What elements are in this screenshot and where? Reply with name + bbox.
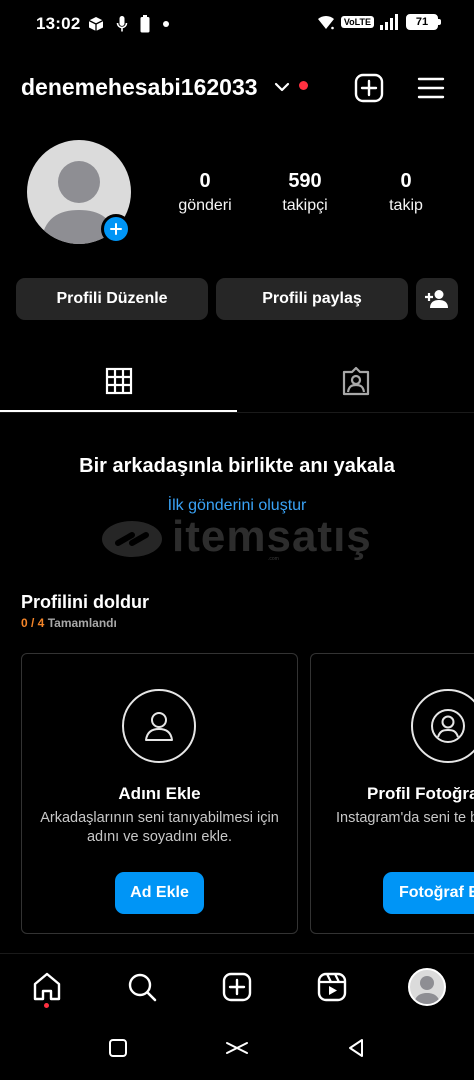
stat-followers[interactable]: 590 takipçi: [260, 168, 350, 218]
empty-state-title: Bir arkadaşınla birlikte anı yakala: [79, 455, 395, 477]
status-icons-left: [88, 15, 170, 33]
signal-icon: [380, 14, 398, 30]
stat-posts[interactable]: 0 gönderi: [160, 168, 250, 218]
microphone-icon: [116, 16, 128, 32]
tagged-icon: [342, 366, 369, 396]
stat-following-value: 0: [400, 170, 412, 192]
discover-people-button[interactable]: [416, 278, 458, 320]
wifi-icon: [317, 15, 334, 30]
status-icons-right: VoLTE 71: [317, 14, 441, 30]
back-button[interactable]: [340, 1032, 372, 1064]
stat-posts-label: gönderi: [178, 197, 232, 214]
cube-icon: [88, 17, 104, 31]
recents-button[interactable]: [102, 1032, 134, 1064]
recents-icon: [109, 1039, 127, 1057]
chevron-down-icon[interactable]: [274, 82, 290, 92]
reels-icon: [317, 972, 347, 1002]
tab-active-indicator: [0, 410, 237, 412]
watermark-sub: .com: [268, 556, 279, 562]
progress-suffix: Tamamlandı: [47, 616, 117, 630]
nav-search[interactable]: [118, 963, 166, 1011]
complete-profile-title: Profilini doldur: [21, 592, 149, 612]
edit-profile-button[interactable]: Profili Düzenle: [16, 278, 208, 320]
stat-followers-value: 590: [288, 170, 322, 192]
new-post-icon: [354, 73, 384, 103]
tab-grid[interactable]: [0, 350, 237, 412]
create-icon: [222, 972, 252, 1002]
status-bar: 13:02 VoLTE 71: [0, 0, 474, 50]
stat-following[interactable]: 0 takip: [361, 168, 451, 218]
stat-followers-label: takipçi: [282, 197, 328, 214]
progress-count: 0 / 4: [21, 616, 45, 630]
person-icon: [122, 689, 196, 763]
username[interactable]: denemehesabi162033: [21, 74, 258, 101]
profile-header: denemehesabi162033: [0, 68, 474, 108]
card-description: Arkadaşlarının seni tanıyabilmesi için a…: [40, 810, 279, 845]
home-notification-dot: [44, 1003, 49, 1008]
profile-avatar-icon: [408, 968, 446, 1006]
card-profile-photo: Profil Fotoğra Instagram'da seni te bir …: [310, 653, 474, 934]
watermark-text: itemsatış: [172, 512, 372, 561]
nav-reels[interactable]: [308, 963, 356, 1011]
battery-indicator: 71: [406, 14, 441, 30]
search-icon: [128, 973, 157, 1002]
tab-divider: [0, 412, 474, 413]
add-name-button[interactable]: Ad Ekle: [115, 872, 204, 914]
home-gesture-button[interactable]: [221, 1032, 253, 1064]
watermark-logo-icon: [102, 521, 162, 557]
bottom-nav-divider: [0, 953, 474, 954]
notification-dot: [299, 81, 308, 90]
card-description: Instagram'da seni te bir profil resm: [336, 810, 474, 826]
card-title: Adını Ekle: [118, 784, 201, 803]
card-title: Profil Fotoğra: [367, 784, 474, 803]
add-photo-button[interactable]: Fotoğraf E: [383, 872, 474, 914]
complete-profile-progress: 0 / 4 Tamamlandı: [21, 616, 117, 630]
menu-button[interactable]: [414, 71, 448, 105]
card-add-name: Adını Ekle Arkadaşlarının seni tanıyabil…: [21, 653, 298, 934]
status-time: 13:02: [36, 14, 81, 33]
add-story-button[interactable]: [101, 214, 131, 244]
back-icon: [349, 1039, 363, 1057]
profile-photo-icon: [411, 689, 474, 763]
plus-icon: [110, 223, 122, 235]
tab-tagged[interactable]: [237, 350, 474, 412]
menu-icon: [417, 77, 445, 99]
home-icon: [33, 972, 61, 1001]
volte-badge: VoLTE: [340, 16, 374, 28]
nav-profile[interactable]: [403, 963, 451, 1011]
new-post-button[interactable]: [352, 71, 386, 105]
battery-saver-icon: [140, 15, 150, 33]
nav-create[interactable]: [213, 963, 261, 1011]
watermark: itemsatış .com: [98, 512, 378, 564]
dot-icon: [163, 21, 169, 27]
grid-icon: [105, 367, 132, 395]
share-profile-button[interactable]: Profili paylaş: [216, 278, 408, 320]
stat-following-label: takip: [389, 197, 423, 214]
stat-posts-value: 0: [199, 170, 211, 192]
home-gesture-icon: [226, 1042, 248, 1054]
add-person-icon: [425, 290, 448, 308]
